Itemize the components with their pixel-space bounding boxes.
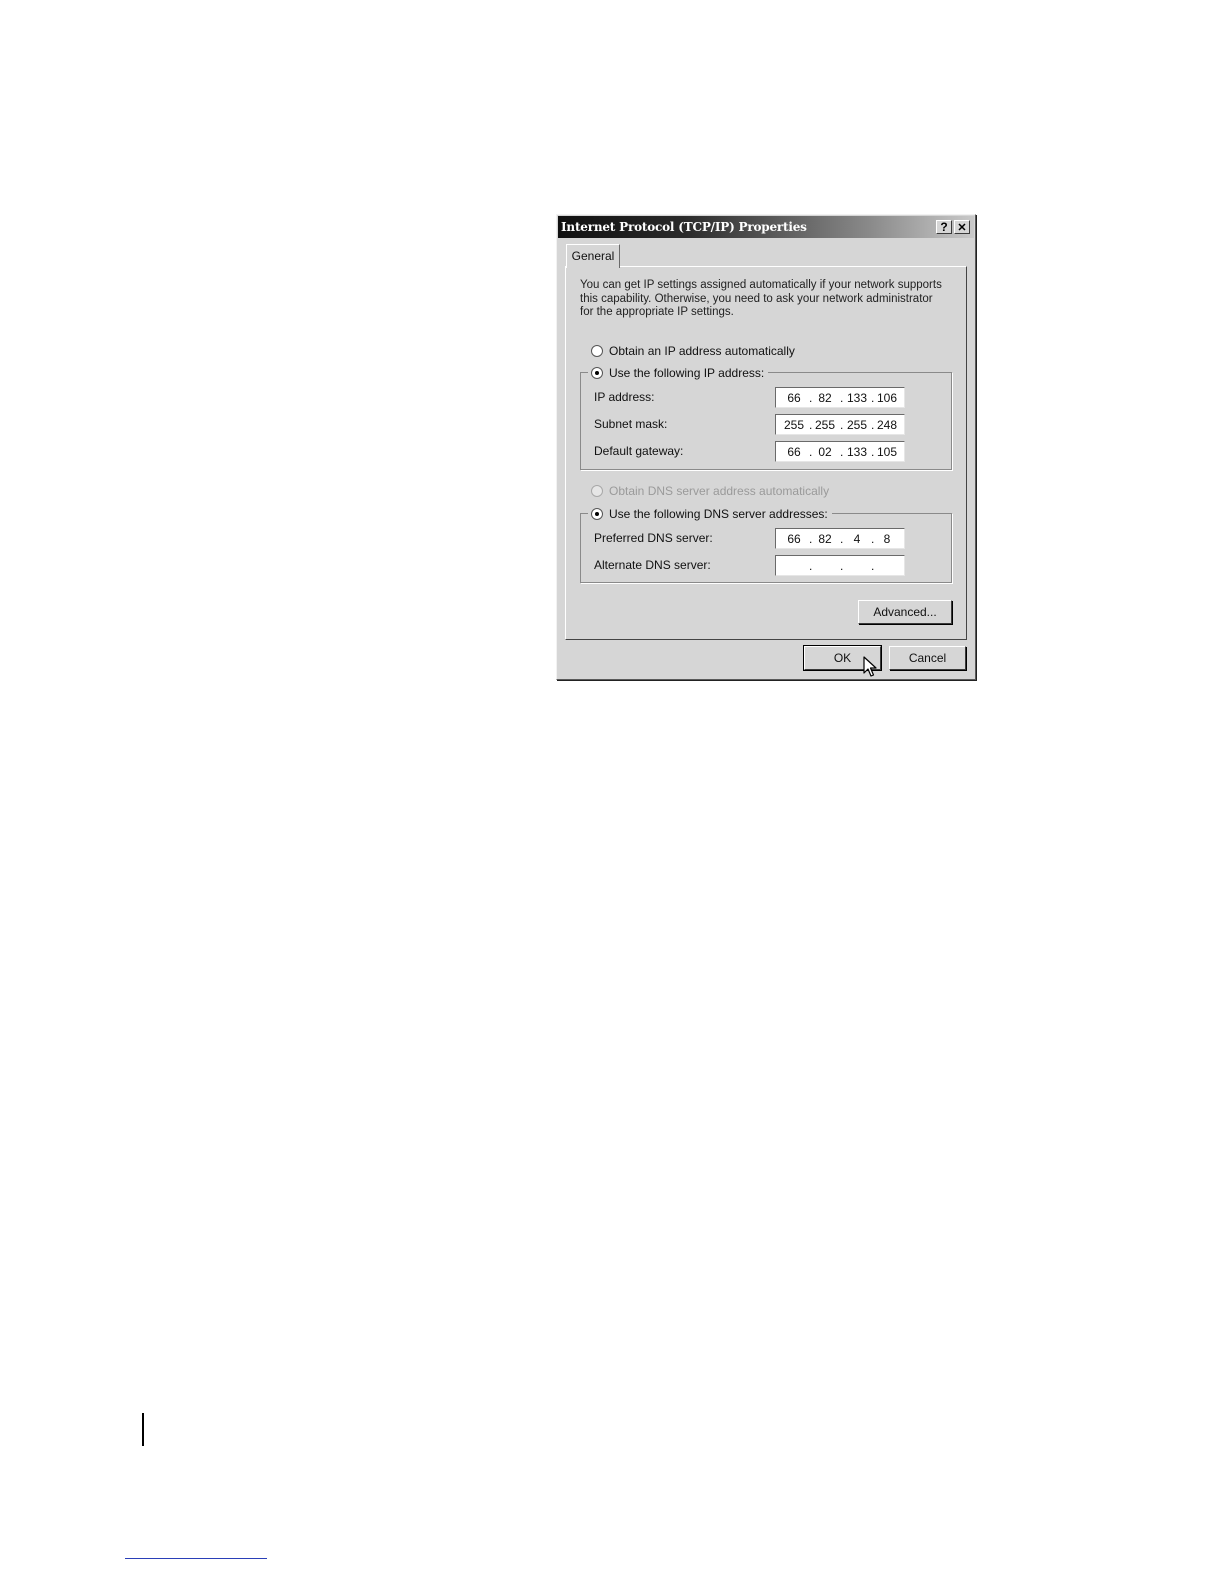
preferred-dns-field[interactable]: 66 . 82 . 4 . 8 bbox=[775, 528, 905, 549]
dialog-title: Internet Protocol (TCP/IP) Properties bbox=[561, 220, 807, 234]
radio-disabled-icon bbox=[591, 485, 603, 497]
alternate-dns-field[interactable]: . . . bbox=[775, 555, 905, 576]
octet: 248 bbox=[876, 418, 898, 432]
question-mark-icon: ? bbox=[940, 220, 948, 234]
footnote-rule bbox=[125, 1558, 267, 1559]
ip-address-field[interactable]: 66 . 82 . 133 . 106 bbox=[775, 387, 905, 408]
octet: 255 bbox=[814, 418, 836, 432]
tab-general[interactable]: General bbox=[566, 244, 620, 268]
arrow-pointer-icon bbox=[863, 656, 877, 677]
use-following-ip-radio[interactable]: Use the following IP address: bbox=[588, 366, 769, 380]
octet: 133 bbox=[846, 445, 868, 459]
page-margin-rule bbox=[142, 1413, 144, 1446]
octet: 255 bbox=[783, 418, 805, 432]
close-button[interactable]: ✕ bbox=[954, 220, 970, 234]
cancel-button-label: Cancel bbox=[908, 651, 947, 665]
use-following-dns-label: Use the following DNS server addresses: bbox=[609, 507, 828, 521]
octet: 8 bbox=[883, 532, 891, 546]
preferred-dns-label: Preferred DNS server: bbox=[594, 531, 713, 545]
octet: 82 bbox=[818, 532, 832, 546]
octet: 4 bbox=[853, 532, 861, 546]
subnet-mask-field[interactable]: 255 . 255 . 255 . 248 bbox=[775, 414, 905, 435]
obtain-ip-auto-radio[interactable]: Obtain an IP address automatically bbox=[591, 344, 795, 358]
default-gateway-field[interactable]: 66 . 02 . 133 . 105 bbox=[775, 441, 905, 462]
octet: 133 bbox=[846, 391, 868, 405]
ok-button-label: OK bbox=[833, 651, 852, 665]
tab-general-label: General bbox=[571, 249, 615, 263]
octet: 02 bbox=[818, 445, 832, 459]
radio-checked-icon bbox=[591, 508, 603, 520]
dns-group-legend: Use the following DNS server addresses: bbox=[588, 507, 832, 521]
octet: 255 bbox=[846, 418, 868, 432]
use-following-ip-label: Use the following IP address: bbox=[609, 366, 765, 380]
radio-unchecked-icon bbox=[591, 345, 603, 357]
obtain-dns-auto-radio: Obtain DNS server address automatically bbox=[591, 484, 829, 498]
title-bar[interactable]: Internet Protocol (TCP/IP) Properties ? … bbox=[558, 216, 974, 238]
octet: 66 bbox=[787, 445, 801, 459]
help-button[interactable]: ? bbox=[936, 220, 952, 234]
close-icon: ✕ bbox=[957, 222, 967, 234]
radio-checked-icon bbox=[591, 367, 603, 379]
octet: 66 bbox=[787, 532, 801, 546]
advanced-button-label: Advanced... bbox=[873, 605, 937, 619]
ip-address-label: IP address: bbox=[594, 390, 655, 404]
advanced-button[interactable]: Advanced... bbox=[858, 600, 952, 624]
octet: 66 bbox=[787, 391, 801, 405]
ip-group-legend: Use the following IP address: bbox=[588, 366, 769, 380]
cancel-button[interactable]: Cancel bbox=[889, 646, 966, 670]
subnet-mask-label: Subnet mask: bbox=[594, 417, 668, 431]
obtain-ip-auto-label: Obtain an IP address automatically bbox=[609, 344, 795, 358]
default-gateway-label: Default gateway: bbox=[594, 444, 684, 458]
intro-text: You can get IP settings assigned automat… bbox=[580, 279, 942, 318]
obtain-dns-auto-label: Obtain DNS server address automatically bbox=[609, 484, 830, 498]
octet: 105 bbox=[876, 445, 898, 459]
octet: 82 bbox=[818, 391, 832, 405]
use-following-dns-radio[interactable]: Use the following DNS server addresses: bbox=[588, 507, 832, 521]
octet: 106 bbox=[876, 391, 898, 405]
alternate-dns-label: Alternate DNS server: bbox=[594, 558, 711, 572]
